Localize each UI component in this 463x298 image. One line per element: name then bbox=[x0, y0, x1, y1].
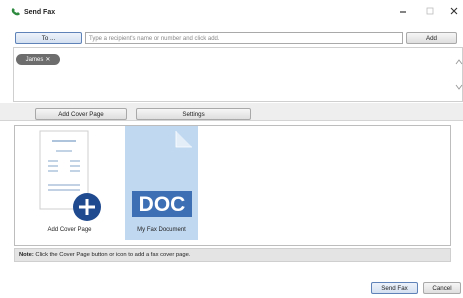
note-heading: Note: bbox=[19, 252, 34, 258]
fax-app-icon bbox=[11, 8, 20, 16]
cover-page-label: Add Cover Page bbox=[47, 227, 92, 233]
close-icon bbox=[450, 7, 458, 15]
add-cover-page-button[interactable]: Add Cover Page bbox=[35, 108, 127, 120]
title-bar bbox=[0, 0, 463, 22]
note-bar: Note: Click the Cover Page button or ico… bbox=[14, 248, 451, 262]
scroll-down-icon[interactable] bbox=[455, 83, 463, 91]
window-title: Send Fax bbox=[24, 9, 56, 16]
fax-document-item[interactable]: DOC My Fax Document bbox=[125, 126, 198, 240]
settings-button[interactable]: Settings bbox=[136, 108, 251, 120]
send-fax-button[interactable]: Send Fax bbox=[371, 282, 418, 294]
close-button[interactable] bbox=[446, 4, 462, 18]
recipient-chip-name: James bbox=[25, 56, 44, 63]
minimize-button[interactable] bbox=[395, 4, 411, 18]
scroll-up-icon[interactable] bbox=[455, 58, 463, 66]
to-button[interactable]: To ... bbox=[15, 32, 82, 44]
chip-remove-icon[interactable]: ✕ bbox=[45, 56, 50, 63]
maximize-icon bbox=[426, 7, 434, 15]
minimize-icon bbox=[400, 11, 406, 13]
note-text: Click the Cover Page button or icon to a… bbox=[33, 252, 191, 258]
recipient-chip[interactable]: James ✕ bbox=[16, 54, 60, 65]
fax-document-label: My Fax Document bbox=[137, 227, 186, 233]
doc-file-icon: DOC bbox=[132, 131, 192, 222]
recipient-list bbox=[13, 47, 463, 102]
cancel-button[interactable]: Cancel bbox=[423, 282, 461, 294]
recipient-input[interactable]: Type a recipient's name or number and cl… bbox=[85, 32, 403, 44]
cover-page-add-icon bbox=[39, 130, 101, 221]
maximize-button[interactable] bbox=[422, 4, 438, 18]
doc-type-label: DOC bbox=[139, 193, 186, 216]
cover-page-item[interactable]: Add Cover Page bbox=[33, 126, 106, 240]
add-recipient-button[interactable]: Add bbox=[406, 32, 457, 44]
